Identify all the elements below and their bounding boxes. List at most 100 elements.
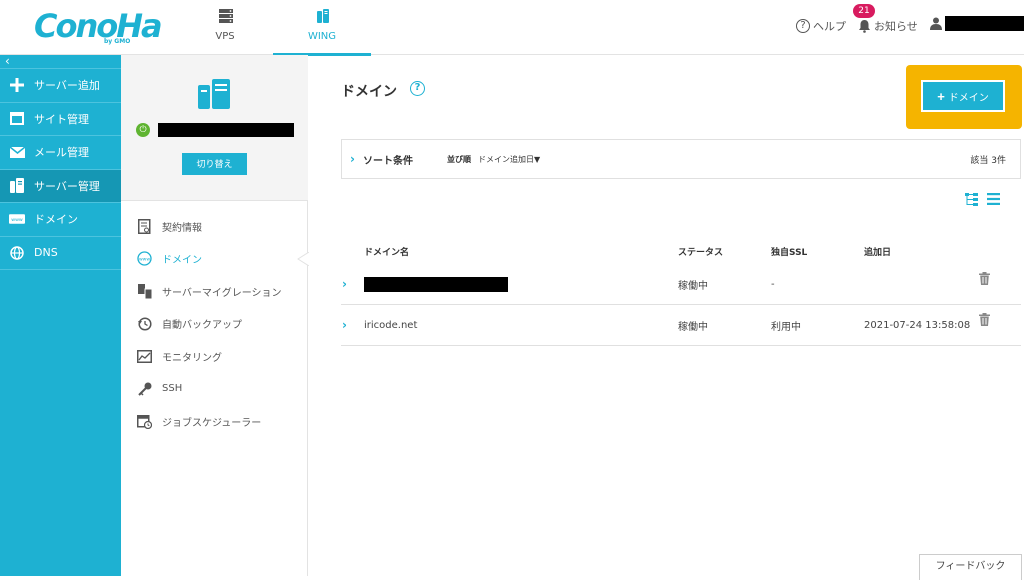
help-icon[interactable]: ? xyxy=(410,81,425,96)
logo-sub: by GMO xyxy=(104,38,131,45)
expand-chevron-icon[interactable]: › xyxy=(342,264,347,304)
domain-name-cell[interactable]: iricode.net xyxy=(364,305,417,345)
help-label: ヘルプ xyxy=(813,20,846,33)
col-header-status: ステータス xyxy=(678,247,724,258)
svg-text:www: www xyxy=(139,258,150,263)
sidebar-item-label: ドメイン xyxy=(34,213,78,227)
ssl-cell: 利用中 xyxy=(771,321,801,333)
help-icon: ? xyxy=(796,19,810,33)
user-name-redacted xyxy=(945,16,1024,31)
ssl-cell: - xyxy=(771,278,775,290)
notice-link[interactable]: お知らせ xyxy=(858,18,918,34)
sidebar-item-label: サーバー追加 xyxy=(34,79,100,93)
subnav-item-backup[interactable]: 自動バックアップ xyxy=(121,308,308,341)
col-header-name[interactable]: ドメイン名 xyxy=(364,238,409,264)
subnav-item-contract[interactable]: 契約情報 xyxy=(121,210,308,243)
add-domain-label: ドメイン xyxy=(948,92,989,104)
tab-vps-label: VPS xyxy=(215,31,235,42)
table-header: ドメイン名 ステータス 独自SSL 追加日 xyxy=(341,238,1021,264)
subnav-item-label: ジョブスケジューラー xyxy=(162,417,262,429)
subnav-item-label: 契約情報 xyxy=(162,222,202,234)
sidebar-item-add-server[interactable]: サーバー追加 xyxy=(0,69,121,103)
page-title: ドメイン xyxy=(341,84,397,100)
domain-name-cell xyxy=(364,264,508,304)
tab-vps[interactable]: VPS xyxy=(176,0,274,55)
subnav-item-label: 自動バックアップ xyxy=(162,320,242,332)
date-cell: 2021-07-24 13:58:08 xyxy=(864,319,971,331)
monitoring-icon xyxy=(137,349,152,364)
sidebar-item-domain[interactable]: www ドメイン xyxy=(0,203,121,237)
sidebar-item-server[interactable]: サーバー管理 xyxy=(0,169,121,203)
sidebar-collapse-button[interactable]: ‹ xyxy=(0,55,121,69)
server-panel: ⏻ 切り替え 契約情報 www ドメイン サーバーマイグレーション 自動バックア… xyxy=(121,55,309,576)
sidebar-item-label: メール管理 xyxy=(34,146,89,160)
chevron-right-icon: › xyxy=(350,152,355,166)
col-header-date: 追加日 xyxy=(864,247,892,258)
help-link[interactable]: ? ヘルプ xyxy=(796,18,846,34)
sort-bar[interactable]: › ソート条件 並び順 ドメイン追加日▼ 該当 3件 xyxy=(341,139,1021,179)
switch-server-button[interactable]: 切り替え xyxy=(182,153,247,175)
user-icon xyxy=(930,17,942,30)
server-summary: ⏻ 切り替え xyxy=(121,55,308,201)
table-row[interactable]: › 稼働中 - xyxy=(341,264,1021,305)
notice-label: お知らせ xyxy=(874,20,918,33)
subnav-item-domain[interactable]: www ドメイン xyxy=(121,243,309,276)
table-row[interactable]: › iricode.net 稼働中 利用中 2021-07-24 13:58:0… xyxy=(341,305,1021,346)
main-sidebar: ‹ サーバー追加 サイト管理 メール管理 サーバー管理 www ドメイン DNS xyxy=(0,55,121,576)
sidebar-item-mail[interactable]: メール管理 xyxy=(0,136,121,170)
plus-icon: + xyxy=(937,88,945,104)
window-icon xyxy=(9,111,25,127)
power-status-icon: ⏻ xyxy=(136,123,150,137)
plus-icon xyxy=(9,77,25,93)
tab-wing[interactable]: WING xyxy=(273,0,371,56)
subnav-item-label: ドメイン xyxy=(162,255,202,267)
add-domain-button[interactable]: + ドメイン xyxy=(921,80,1005,112)
trash-icon[interactable] xyxy=(979,258,990,298)
domain-icon: www xyxy=(9,211,25,227)
order-label: 並び順 xyxy=(446,154,471,164)
sort-label: ソート条件 xyxy=(362,155,413,167)
sidebar-item-label: DNS xyxy=(34,246,58,260)
status-cell: 稼働中 xyxy=(678,321,708,333)
status-cell: 稼働中 xyxy=(678,280,708,292)
subnav-item-monitoring[interactable]: モニタリング xyxy=(121,340,308,373)
server-stack-icon xyxy=(219,9,233,23)
notification-badge: 21 xyxy=(853,4,875,18)
server-sub-nav: 契約情報 www ドメイン サーバーマイグレーション 自動バックアップ モニタリ… xyxy=(121,210,309,438)
server-icon xyxy=(9,178,25,194)
www-icon: www xyxy=(137,251,152,266)
user-menu[interactable] xyxy=(930,16,1024,31)
mail-icon xyxy=(9,144,25,160)
conoha-logo[interactable]: ConoHa by GMO xyxy=(34,7,163,48)
sidebar-item-label: サイト管理 xyxy=(34,112,89,126)
order-select[interactable]: ドメイン追加日▼ xyxy=(478,154,540,165)
add-domain-highlight: + ドメイン xyxy=(906,65,1022,129)
sidebar-item-site[interactable]: サイト管理 xyxy=(0,103,121,136)
view-toggle xyxy=(965,193,1000,206)
sidebar-item-label: サーバー管理 xyxy=(34,179,100,193)
top-header: ConoHa by GMO VPS WING ? ヘルプ 21 お知らせ xyxy=(0,0,1024,56)
tab-wing-label: WING xyxy=(307,31,337,42)
subnav-item-scheduler[interactable]: ジョブスケジューラー xyxy=(121,405,308,438)
trash-icon[interactable] xyxy=(979,299,990,339)
subnav-item-ssh[interactable]: SSH xyxy=(121,373,308,406)
globe-icon xyxy=(9,245,25,261)
main-content: ドメイン ? + ドメイン › ソート条件 並び順 ドメイン追加日▼ 該当 3件… xyxy=(308,55,1024,580)
result-count: 該当 3件 xyxy=(970,155,1006,166)
list-view-icon[interactable] xyxy=(987,193,1000,205)
sidebar-item-dns[interactable]: DNS xyxy=(0,237,121,270)
backup-icon xyxy=(137,316,152,331)
subnav-item-label: サーバーマイグレーション xyxy=(162,287,282,299)
expand-chevron-icon[interactable]: › xyxy=(342,305,347,345)
server-large-icon xyxy=(198,79,230,109)
scheduler-icon xyxy=(137,414,152,429)
tree-view-icon[interactable] xyxy=(965,193,978,206)
subnav-item-migration[interactable]: サーバーマイグレーション xyxy=(121,275,308,308)
feedback-button[interactable]: フィードバック xyxy=(919,554,1022,580)
migration-icon xyxy=(137,283,152,299)
subnav-item-label: モニタリング xyxy=(162,352,222,364)
contract-icon xyxy=(137,218,152,234)
logo-text: ConoHa xyxy=(34,7,163,45)
server-name-redacted xyxy=(158,123,294,137)
svg-text:www: www xyxy=(11,218,23,223)
